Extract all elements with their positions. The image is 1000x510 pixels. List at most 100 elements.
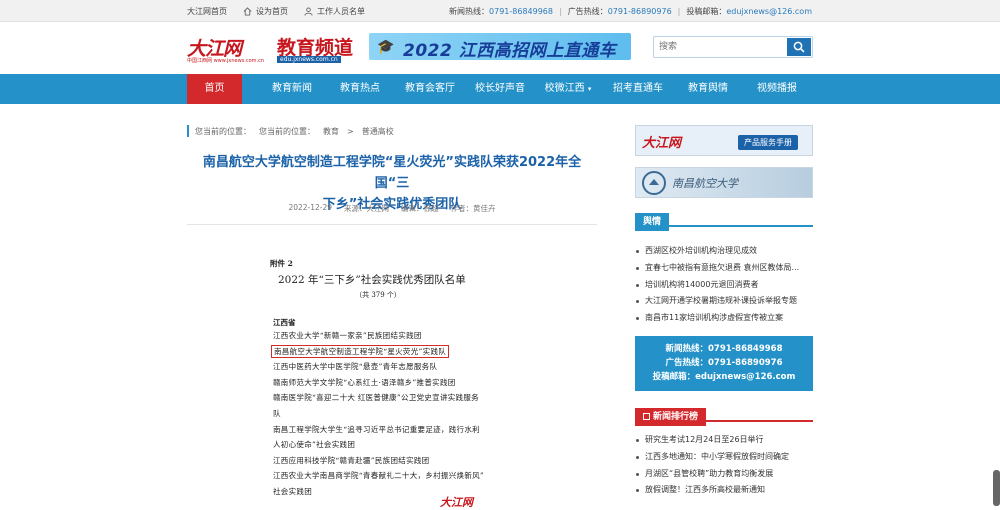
list-item[interactable]: 放假调整！江西多所高校最新通知 <box>635 482 813 499</box>
doc-province: 江西省 <box>273 318 296 327</box>
set-home-label: 设为首页 <box>256 7 288 16</box>
doc-line: 江西应用科技学院“赣青赴疆”民族团结实践团 <box>273 455 430 465</box>
nav-campus-weibo[interactable]: 校微江西 ▾ <box>540 74 596 104</box>
header: 大江网 中国江西网 www.jxnews.com.cn 教育频道 edu.jxn… <box>0 22 1000 74</box>
hotline-ad: 广告热线：0791-86890976 <box>665 358 783 368</box>
nav-public-opinion[interactable]: 教育舆情 <box>680 74 736 104</box>
list-item[interactable]: 培训机构将14000元退回消费者 <box>635 277 813 294</box>
ad-hotline: 广告热线：0791-86890976 <box>568 6 672 17</box>
ranking-list: 研究生考试12月24日至26日举行 江西多地通知：中小学寒假放假时间确定 月湖区… <box>635 432 813 499</box>
user-icon <box>304 7 313 16</box>
product-manual-ad[interactable]: 大江网 产品服务手册 <box>635 125 813 156</box>
hotline-panel: 新闻热线：0791-86849968 广告热线：0791-86890976 投稿… <box>635 336 813 391</box>
top-links: 大江网首页 设为首页 工作人员名单 <box>187 6 365 17</box>
nav-principal-voice[interactable]: 校长好声音 <box>470 74 530 104</box>
main-nav: 首页 教育新闻 教育热点 教育会客厅 校长好声音 校微江西 ▾ 招考直通车 教育… <box>0 74 1000 104</box>
ad-hotline-label: 广告热线： <box>567 7 608 16</box>
divider: | <box>558 7 562 16</box>
article-date: 2022-12-29 <box>288 203 333 212</box>
email-link[interactable]: edujxnews@126.com <box>726 7 812 16</box>
breadcrumb: 您当前的位置： 您当前的位置： 教育 > 普通高校 <box>187 125 394 137</box>
doc-subtitle: （共 379 个） <box>355 291 401 299</box>
banner-text: 2022 江西高招网上直通车 <box>403 41 617 60</box>
article-author: 作者：黄佳卉 <box>450 204 496 213</box>
article-source: 来源：大江网 <box>344 204 390 213</box>
watermark-logo: 大江网 <box>440 496 473 509</box>
scrollbar-thumb[interactable] <box>993 470 1000 506</box>
graduation-cap-icon: 🎓 <box>377 39 395 55</box>
list-item[interactable]: 西湖区校外培训机构治理见成效 <box>635 243 813 260</box>
doc-line: 江西农业大学“新赣一家亲”民族团结实践团 <box>273 331 422 340</box>
news-hotline-number: 0791-86849968 <box>489 7 553 16</box>
doc-attachment-label: 附件 2 <box>270 259 293 268</box>
section-title: 舆情 <box>635 213 670 231</box>
article-title-line1: 南昌航空大学航空制造工程学院“星火荧光”实践队荣获2022年全国“三 <box>202 155 582 191</box>
nav-exam-express[interactable]: 招考直通车 <box>608 74 668 104</box>
hotline-email: 投稿邮箱：edujxnews@126.com <box>652 372 796 382</box>
ad-button-label: 产品服务手册 <box>738 135 798 150</box>
breadcrumb-education[interactable]: 教育 <box>323 126 339 137</box>
list-item[interactable]: 研究生考试12月24日至26日举行 <box>635 432 813 449</box>
home-link[interactable]: 大江网首页 <box>187 6 227 17</box>
nav-campus-weibo-label: 校微江西 <box>544 83 585 94</box>
doc-line: 南昌工程学院大学生“追寻习近平总书记重要足迹，践行水利 <box>273 424 480 434</box>
nav-parlor[interactable]: 教育会客厅 <box>400 74 460 104</box>
hotlines: 新闻热线：0791-86849968 | 广告热线：0791-86890976 … <box>449 6 812 17</box>
doc-line: 人初心使命”社会实践团 <box>273 440 356 450</box>
hotline-news: 新闻热线：0791-86849968 <box>665 344 783 354</box>
nav-hot-topics[interactable]: 教育热点 <box>332 74 388 104</box>
doc-line-highlighted: 南昌航空大学航空制造工程学院“星火荧光”实践队 <box>271 344 530 360</box>
list-icon <box>643 413 650 420</box>
opinion-list: 西湖区校外培训机构治理见成效 宜春七中被指有意拖欠退费 袁州区教体局... 培训… <box>635 243 813 327</box>
section-url: edu.jxnews.com.cn <box>277 56 341 63</box>
email-label: 投稿邮箱： <box>686 7 727 16</box>
breadcrumb-universities[interactable]: 普通高校 <box>362 126 394 137</box>
breadcrumb-separator: > <box>347 126 354 136</box>
highlight-box: 南昌航空大学航空制造工程学院“星火荧光”实践队 <box>271 344 450 358</box>
section-header-ranking: 新闻排行榜 <box>635 404 813 426</box>
top-bar: 大江网首页 设为首页 工作人员名单 新闻热线：0791-86849968 | 广… <box>0 0 1000 22</box>
doc-title: 2022 年“三下乡”社会实践优秀团队名单 <box>278 274 466 286</box>
search-input[interactable] <box>654 37 786 57</box>
list-item[interactable]: 大江网开通学校暑期违规补课投诉举报专题 <box>635 293 813 310</box>
site-logo[interactable]: 大江网 中国江西网 www.jxnews.com.cn 教育频道 edu.jxn… <box>187 34 367 66</box>
gaokao-banner[interactable]: 🎓 2022 江西高招网上直通车 <box>369 33 631 60</box>
nav-education-news[interactable]: 教育新闻 <box>262 74 322 104</box>
ad-hotline-number: 0791-86890976 <box>607 7 672 16</box>
nav-home[interactable]: 首页 <box>187 74 242 104</box>
search-icon <box>793 41 805 53</box>
article-meta: 2022-12-29 来源：大江网 编辑：徐超 作者：黄佳卉 <box>187 203 597 214</box>
breadcrumb-label-2: 您当前的位置： <box>259 126 315 136</box>
list-item[interactable]: 南昌市11家培训机构涉虚假宣传被立案 <box>635 310 813 327</box>
set-home-link[interactable]: 设为首页 <box>243 6 288 17</box>
caret-down-icon: ▾ <box>587 85 592 93</box>
news-hotline: 新闻热线：0791-86849968 <box>449 6 553 17</box>
breadcrumb-label: 您当前的位置： <box>195 126 251 136</box>
section-title-text: 新闻排行榜 <box>653 412 699 422</box>
doc-line: 赣南医学院“喜迎二十大 红医普健康”公卫党史宣讲实践服务 <box>273 393 479 403</box>
list-item[interactable]: 江西多地通知：中小学寒假放假时间确定 <box>635 449 813 466</box>
list-item[interactable]: 月湖区“县管校聘”助力教育均衡发展 <box>635 466 813 483</box>
nav-video[interactable]: 视频播报 <box>748 74 806 104</box>
divider <box>187 224 597 225</box>
document-image: 附件 2 2022 年“三下乡”社会实践优秀团队名单 （共 379 个） 江西省… <box>270 258 530 500</box>
doc-line: 队 <box>273 408 281 418</box>
divider: | <box>677 7 681 16</box>
staff-label: 工作人员名单 <box>317 7 365 16</box>
home-link-label: 大江网首页 <box>187 7 227 16</box>
news-hotline-label: 新闻热线： <box>449 7 490 16</box>
doc-line: 赣南师范大学文学院“心系红土·语泽赣乡”推普实践团 <box>273 377 456 387</box>
doc-line: 社会实践团 <box>273 486 312 496</box>
doc-line: 江西农业大学南昌商学院“青春献礼二十大，乡村振兴焕新风” <box>273 471 485 481</box>
university-ad[interactable]: 南昌航空大学 <box>635 167 813 198</box>
section-header-opinion: 舆情 <box>635 209 813 231</box>
ad-logo-text: 大江网 <box>642 136 682 151</box>
article-editor: 编辑：徐超 <box>401 204 439 213</box>
list-item[interactable]: 宜春七中被指有意拖欠退费 袁州区教体局... <box>635 260 813 277</box>
home-icon <box>243 7 252 16</box>
logo-subtext: 中国江西网 www.jxnews.com.cn <box>187 58 265 64</box>
section-title: 新闻排行榜 <box>635 408 707 426</box>
search-button[interactable] <box>787 38 811 56</box>
search-box <box>653 36 813 58</box>
staff-link[interactable]: 工作人员名单 <box>304 6 365 17</box>
